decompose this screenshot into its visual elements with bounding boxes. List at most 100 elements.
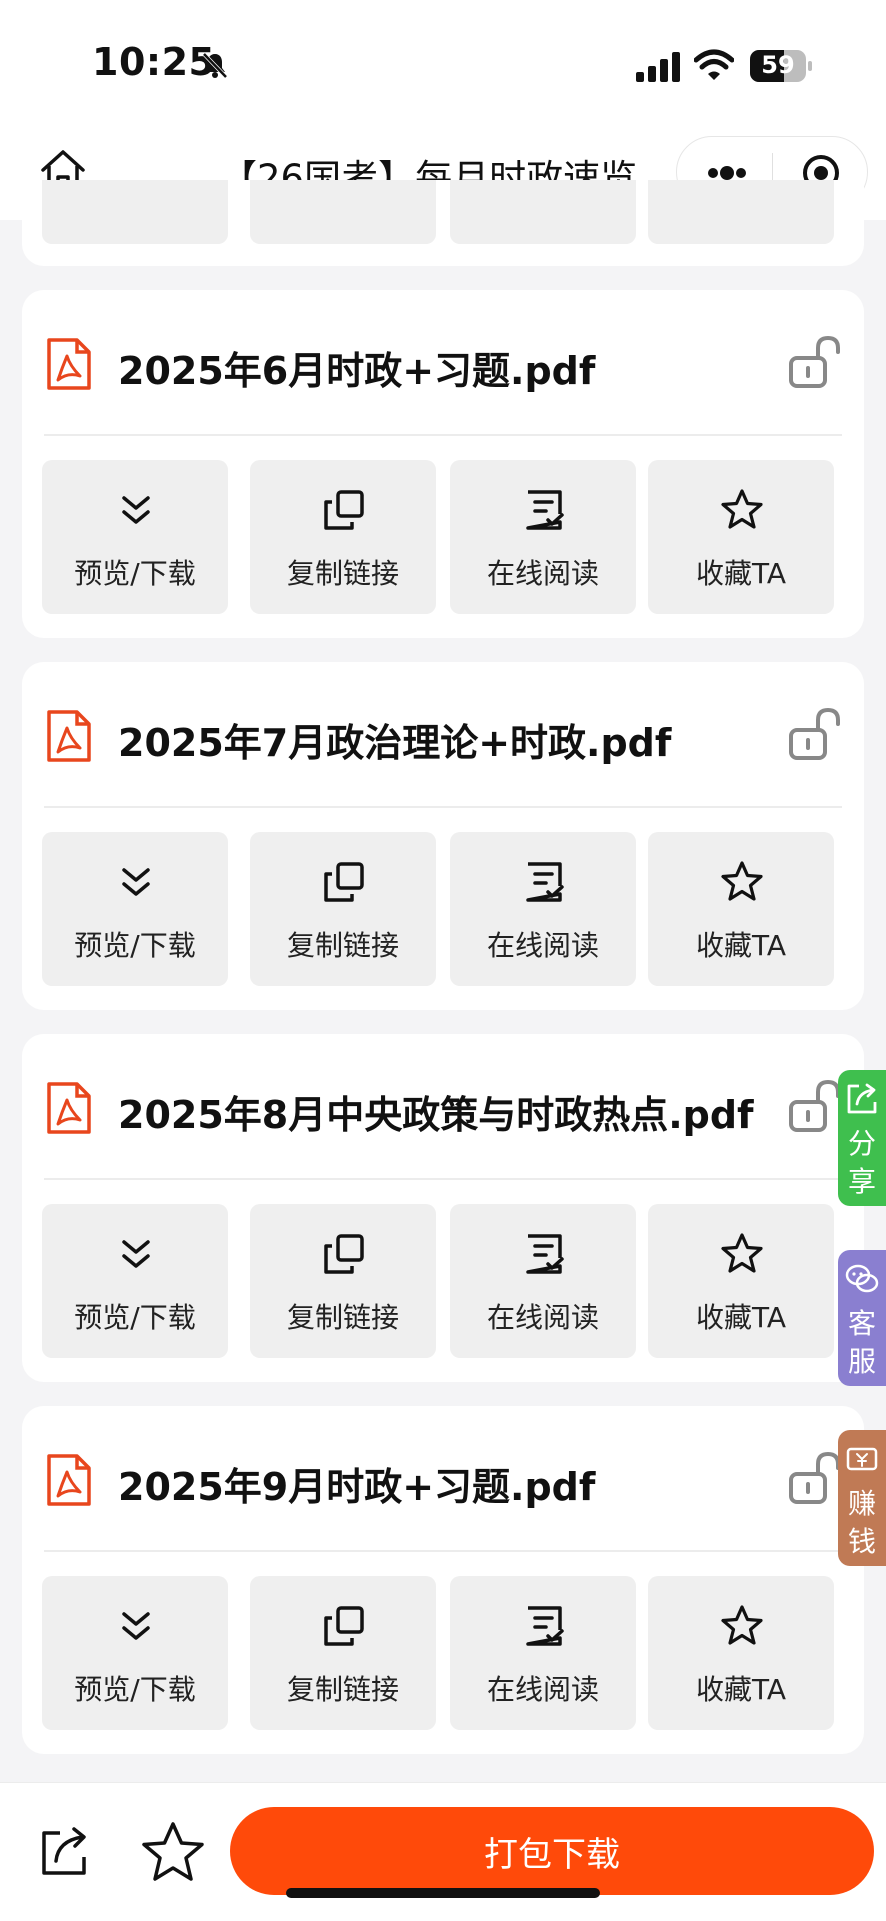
earn-side-tab[interactable]: 赚 钱 (838, 1430, 886, 1566)
preview-download-button[interactable]: 预览/下载 (42, 832, 228, 986)
action-label: 在线阅读 (486, 1673, 599, 1706)
copy-icon (324, 862, 364, 902)
preview-download-button[interactable]: 预览/下载 (42, 1204, 228, 1358)
copy-link-button[interactable]: 复制链接 (250, 832, 436, 986)
action-label: 在线阅读 (486, 1301, 599, 1334)
file-name: 2025年7月政治理论+时政.pdf (118, 721, 672, 765)
collect-button[interactable]: 收藏TA (648, 832, 834, 986)
customer-service-side-tab[interactable]: 客 服 (838, 1250, 886, 1386)
copy-icon (324, 1606, 364, 1646)
action-label: 收藏TA (695, 557, 787, 590)
preview-download-button[interactable]: 预览/下载 (42, 460, 228, 614)
status-bar: 10:25 59 (0, 0, 886, 120)
action-label: 预览/下载 (74, 929, 196, 962)
pdf-file-icon (47, 1082, 91, 1134)
card-divider (44, 1178, 842, 1180)
earn-label: 钱 (847, 1525, 876, 1558)
card-divider (44, 806, 842, 808)
document-check-icon (526, 1606, 564, 1646)
collect-button[interactable]: 收藏TA (648, 1576, 834, 1730)
action-stub (250, 180, 436, 244)
read-online-button[interactable]: 在线阅读 (450, 460, 636, 614)
pack-download-button[interactable]: 打包下载 (230, 1807, 874, 1895)
action-label: 预览/下载 (74, 557, 196, 590)
card-divider (44, 434, 842, 436)
unlock-icon (789, 1451, 840, 1504)
service-label: 客 (847, 1307, 876, 1340)
double-chevron-down-icon (122, 1240, 150, 1268)
preview-download-button[interactable]: 预览/下载 (42, 1576, 228, 1730)
file-card-header[interactable]: 2025年8月中央政策与时政热点.pdf (22, 1034, 864, 1178)
file-name: 2025年6月时政+习题.pdf (118, 349, 596, 393)
file-card-partial (22, 180, 864, 266)
action-label: 复制链接 (286, 557, 399, 590)
copy-link-button[interactable]: 复制链接 (250, 1204, 436, 1358)
copy-link-button[interactable]: 复制链接 (250, 460, 436, 614)
star-icon (721, 489, 763, 529)
action-label: 在线阅读 (486, 557, 599, 590)
status-time: 10:25 (92, 40, 216, 84)
copy-link-button[interactable]: 复制链接 (250, 1576, 436, 1730)
file-name: 2025年8月中央政策与时政热点.pdf (118, 1093, 754, 1137)
read-online-button[interactable]: 在线阅读 (450, 832, 636, 986)
pdf-file-icon (47, 338, 91, 390)
share-label: 享 (847, 1165, 876, 1198)
pdf-file-icon (47, 710, 91, 762)
action-stub (648, 180, 834, 244)
action-label: 收藏TA (695, 929, 787, 962)
service-label: 服 (847, 1345, 876, 1378)
pdf-file-icon (47, 1454, 91, 1506)
unlock-icon (789, 707, 840, 760)
copy-icon (324, 1234, 364, 1274)
wechat-icon (845, 1264, 879, 1293)
file-card: 2025年7月政治理论+时政.pdf 预览/下载 复制链接 在线阅读 收藏TA (22, 662, 864, 1010)
collect-button[interactable]: 收藏TA (648, 460, 834, 614)
document-check-icon (526, 862, 564, 902)
action-label: 预览/下载 (74, 1301, 196, 1334)
star-icon[interactable] (140, 1821, 206, 1883)
action-stub (450, 180, 636, 244)
earn-label: 赚 (847, 1487, 876, 1520)
action-label: 收藏TA (695, 1673, 787, 1706)
double-chevron-down-icon (122, 1612, 150, 1640)
cellular-signal-icon (636, 52, 680, 82)
share-side-tab[interactable]: 分 享 (838, 1070, 886, 1206)
file-name: 2025年9月时政+习题.pdf (118, 1465, 596, 1509)
double-chevron-down-icon (122, 868, 150, 896)
unlock-icon (789, 335, 840, 388)
share-icon[interactable] (38, 1825, 92, 1879)
wifi-icon (694, 49, 734, 80)
file-card: 2025年6月时政+习题.pdf 预览/下载 复制链接 在线阅读 收藏TA (22, 290, 864, 638)
card-divider (44, 1550, 842, 1552)
file-card: 2025年9月时政+习题.pdf 预览/下载 复制链接 在线阅读 收藏TA (22, 1406, 864, 1754)
file-card-header[interactable]: 2025年6月时政+习题.pdf (22, 290, 864, 434)
double-chevron-down-icon (122, 496, 150, 524)
document-check-icon (526, 1234, 564, 1274)
action-label: 复制链接 (286, 1301, 399, 1334)
star-icon (721, 861, 763, 901)
copy-icon (324, 490, 364, 530)
home-indicator (286, 1888, 600, 1898)
share-label: 分 (847, 1127, 876, 1160)
share-icon (847, 1083, 877, 1114)
read-online-button[interactable]: 在线阅读 (450, 1204, 636, 1358)
battery-level: 59 (761, 51, 795, 79)
file-card-header[interactable]: 2025年7月政治理论+时政.pdf (22, 662, 864, 806)
collect-button[interactable]: 收藏TA (648, 1204, 834, 1358)
document-check-icon (526, 490, 564, 530)
money-ticket-icon (846, 1447, 878, 1471)
bell-muted-icon (202, 52, 228, 79)
action-label: 复制链接 (286, 929, 399, 962)
action-stub (42, 180, 228, 244)
action-label: 在线阅读 (486, 929, 599, 962)
unlock-icon (789, 1079, 840, 1132)
file-card-header[interactable]: 2025年9月时政+习题.pdf (22, 1406, 864, 1550)
action-label: 复制链接 (286, 1673, 399, 1706)
bottom-bar: 打包下载 (0, 1782, 886, 1921)
star-icon (721, 1233, 763, 1273)
read-online-button[interactable]: 在线阅读 (450, 1576, 636, 1730)
star-icon (721, 1605, 763, 1645)
action-label: 收藏TA (695, 1301, 787, 1334)
file-card: 2025年8月中央政策与时政热点.pdf 预览/下载 复制链接 在线阅读 收藏T… (22, 1034, 864, 1382)
action-label: 预览/下载 (74, 1673, 196, 1706)
